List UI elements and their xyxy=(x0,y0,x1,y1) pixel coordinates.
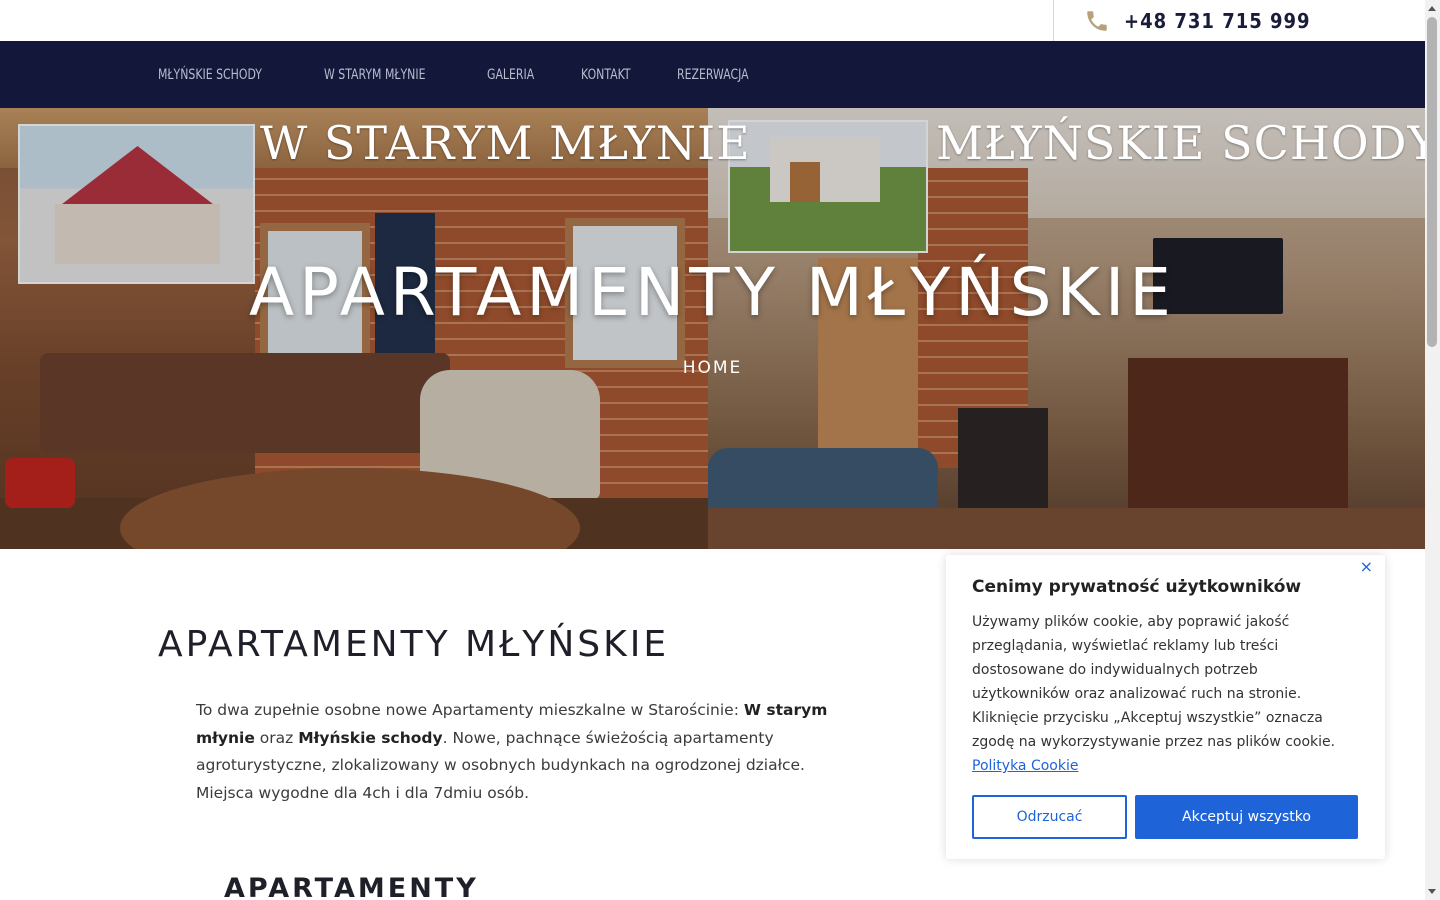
top-bar: +48 731 715 999 xyxy=(0,0,1425,41)
intro-paragraph: To dwa zupełnie osobne nowe Apartamenty … xyxy=(196,697,846,807)
intro-text-1: To dwa zupełnie osobne nowe Apartamenty … xyxy=(196,701,744,719)
nav-item-rezerwacja[interactable]: REZERWACJA xyxy=(677,67,749,83)
phone-icon xyxy=(1084,8,1110,34)
page-heading: APARTAMENTY MŁYŃSKIE xyxy=(158,624,670,665)
accept-all-button[interactable]: Akceptuj wszystko xyxy=(1135,795,1358,839)
main-nav: MŁYŃSKIE SCHODY W STARYM MŁYNIE GALERIA … xyxy=(0,41,1425,108)
nav-item-galeria[interactable]: GALERIA xyxy=(487,67,534,83)
hero-title: APARTAMENTY MŁYŃSKIE xyxy=(249,254,1176,331)
intro-text-2: oraz xyxy=(254,728,299,747)
apartments-subheading: APARTAMENTY xyxy=(224,873,479,900)
cookie-text: Używamy plików cookie, aby poprawić jako… xyxy=(972,614,1336,750)
cookie-policy-link[interactable]: Polityka Cookie xyxy=(972,758,1078,774)
breadcrumb-home[interactable]: HOME xyxy=(0,358,1425,378)
nav-item-kontakt[interactable]: KONTAKT xyxy=(581,67,631,83)
cookie-consent-banner: × Cenimy prywatność użytkowników Używamy… xyxy=(946,555,1385,859)
intro-bold-2: Młyńskie schody xyxy=(298,728,443,747)
cookie-title: Cenimy prywatność użytkowników xyxy=(972,577,1302,597)
banner-mlynskie-schody: MŁYŃSKIE SCHODY xyxy=(936,116,1425,170)
reject-button[interactable]: Odrzucać xyxy=(972,795,1127,839)
nav-item-w-starym-mlynie[interactable]: W STARYM MŁYNIE xyxy=(324,67,425,83)
page-scrollbar[interactable] xyxy=(1425,0,1440,900)
banner-w-starym-mlynie: W STARYM MŁYNIE xyxy=(260,116,751,170)
nav-item-mlynskie-schody[interactable]: MŁYŃSKIE SCHODY xyxy=(158,67,262,83)
scroll-up-arrow-icon[interactable] xyxy=(1428,6,1436,11)
hero-banner: W STARYM MŁYNIE MŁYŃSKIE SCHODY APARTAME… xyxy=(0,108,1425,549)
phone-contact[interactable]: +48 731 715 999 xyxy=(1053,0,1425,41)
scroll-thumb[interactable] xyxy=(1427,17,1437,347)
nav-list: MŁYŃSKIE SCHODY W STARYM MŁYNIE GALERIA … xyxy=(158,41,761,108)
scroll-down-arrow-icon[interactable] xyxy=(1428,889,1436,894)
phone-number[interactable]: +48 731 715 999 xyxy=(1124,9,1311,33)
cookie-body: Używamy plików cookie, aby poprawić jako… xyxy=(972,610,1342,778)
close-icon[interactable]: × xyxy=(1360,557,1373,576)
